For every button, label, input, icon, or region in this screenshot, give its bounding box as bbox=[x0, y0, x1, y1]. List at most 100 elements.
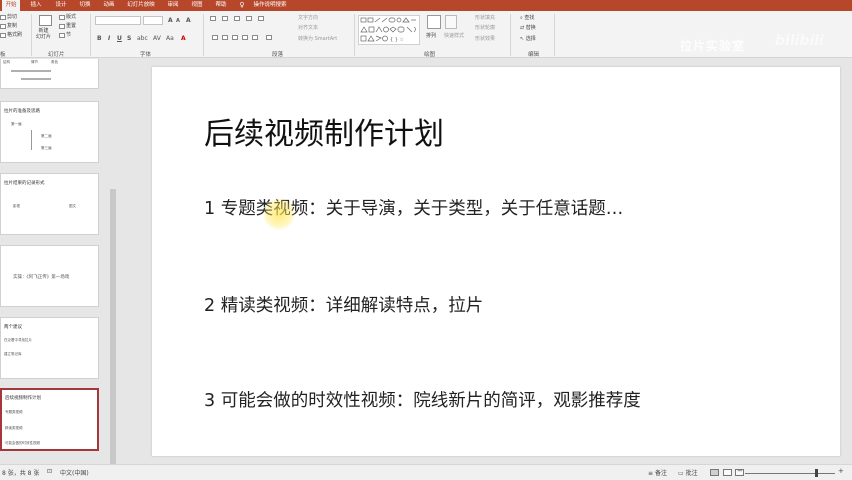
thumb-text: 实操：《阿飞正传》第一场戏 bbox=[13, 275, 70, 280]
shape-fill-button[interactable]: 形状填充 bbox=[475, 15, 495, 22]
reset-button[interactable]: 重置 bbox=[66, 23, 76, 30]
clear-format-icon[interactable]: A bbox=[186, 17, 191, 24]
quick-styles-icon[interactable] bbox=[445, 15, 457, 29]
slide-thumbnail-panel: 结构 情节 角色 拉片的准备及思路 第一遍 第二遍 第三遍 拉片结果的记录形式 … bbox=[0, 59, 110, 464]
copy-icon[interactable] bbox=[0, 24, 6, 29]
slide-thumbnail-6[interactable]: 实操：《阿飞正传》第一场戏 bbox=[0, 245, 99, 307]
slide-thumbnail-4[interactable]: 拉片的准备及思路 第一遍 第二遍 第三遍 bbox=[0, 101, 99, 163]
quick-styles-button[interactable]: 快速样式 bbox=[444, 33, 464, 40]
tab-design[interactable]: 设计 bbox=[52, 0, 70, 11]
new-slide-button[interactable]: 新建 幻灯片 bbox=[36, 28, 51, 40]
bold-icon[interactable]: B bbox=[97, 35, 102, 42]
thumb-title: 后续视频制作计划 bbox=[5, 396, 41, 401]
format-painter-button[interactable]: 格式刷 bbox=[7, 32, 22, 39]
format-painter-icon[interactable] bbox=[0, 33, 6, 38]
thumbnail-scrollbar-thumb[interactable] bbox=[110, 189, 116, 464]
numbering-icon[interactable] bbox=[222, 16, 228, 21]
group-separator bbox=[354, 14, 355, 56]
bullet-2[interactable]: 2 精读类视频：详细解读特点，拉片 bbox=[204, 292, 483, 317]
change-case-icon[interactable]: Aa bbox=[166, 35, 174, 42]
arrange-button[interactable]: 排列 bbox=[426, 33, 436, 40]
tab-help[interactable]: 帮助 bbox=[212, 0, 230, 11]
tab-slideshow[interactable]: 幻灯片放映 bbox=[124, 0, 158, 11]
language-indicator[interactable]: 中文(中国) bbox=[60, 468, 89, 477]
zoom-out-icon[interactable]: − bbox=[737, 467, 743, 475]
select-button[interactable]: ↖ 选择 bbox=[520, 36, 536, 43]
font-size-dropdown[interactable] bbox=[143, 16, 163, 25]
comments-button[interactable]: ▭ 批注 bbox=[678, 468, 698, 477]
new-slide-icon[interactable] bbox=[39, 15, 52, 26]
thumb-title: 两个建议 bbox=[4, 325, 22, 330]
align-left-icon[interactable] bbox=[212, 35, 218, 40]
editing-group-label: 编辑 bbox=[528, 52, 540, 58]
line-spacing-icon[interactable] bbox=[258, 16, 264, 21]
tab-home[interactable]: 开始 bbox=[2, 0, 20, 11]
font-color-icon[interactable]: A bbox=[181, 35, 186, 42]
copy-button[interactable]: 复制 bbox=[7, 23, 17, 30]
reset-icon[interactable] bbox=[59, 24, 65, 29]
thumb-text: 第二遍 bbox=[41, 134, 52, 138]
section-button[interactable]: 节 bbox=[66, 32, 71, 39]
slide-thumbnail-7[interactable]: 两个建议 在泛看中寻找拉片 建立笔记库 bbox=[0, 317, 99, 379]
zoom-slider-knob[interactable] bbox=[815, 469, 818, 477]
group-separator bbox=[203, 14, 204, 56]
strikethrough-icon[interactable]: abc bbox=[137, 35, 148, 42]
align-text-button[interactable]: 对齐文本 bbox=[298, 25, 318, 32]
justify-icon[interactable] bbox=[242, 35, 248, 40]
tab-transitions[interactable]: 切换 bbox=[76, 0, 94, 11]
slide-thumbnail-3[interactable]: 结构 情节 角色 bbox=[0, 59, 99, 89]
slide-thumbnail-8-selected[interactable]: 后续视频制作计划 专题类视频 精读类视频 可能会做的时效性视频 bbox=[0, 388, 99, 451]
increase-indent-icon[interactable] bbox=[246, 16, 252, 21]
arrange-icon[interactable] bbox=[427, 15, 441, 29]
italic-icon[interactable]: I bbox=[108, 35, 110, 42]
slide-sorter-icon[interactable] bbox=[723, 469, 732, 476]
shadow-icon[interactable]: S bbox=[127, 35, 131, 42]
layout-icon[interactable] bbox=[59, 15, 65, 20]
tell-me-search[interactable]: 操作说明搜索 bbox=[250, 0, 290, 11]
shapes-icon: { } ☆ bbox=[360, 17, 416, 43]
align-right-icon[interactable] bbox=[232, 35, 238, 40]
align-center-icon[interactable] bbox=[222, 35, 228, 40]
powerpoint-window: 开始 插入 设计 切换 动画 幻灯片放映 审阅 视图 帮助 ♀ 操作说明搜索 剪… bbox=[0, 0, 852, 480]
cut-button[interactable]: 剪切 bbox=[7, 14, 17, 21]
find-label: 查找 bbox=[524, 15, 535, 21]
distributed-icon[interactable] bbox=[252, 35, 258, 40]
char-spacing-icon[interactable]: AV bbox=[153, 35, 161, 42]
shape-outline-button[interactable]: 形状轮廓 bbox=[475, 25, 495, 32]
tab-review[interactable]: 审阅 bbox=[164, 0, 182, 11]
notes-button[interactable]: ≡ 备注 bbox=[648, 468, 667, 477]
text-direction-button[interactable]: 文字方向 bbox=[298, 15, 318, 22]
thumb-text: 第一遍 bbox=[11, 122, 22, 126]
shape-effects-button[interactable]: 形状效果 bbox=[475, 36, 495, 43]
increase-font-icon[interactable]: A bbox=[168, 17, 173, 24]
tab-view[interactable]: 视图 bbox=[188, 0, 206, 11]
convert-smartart-button[interactable]: 转换为 SmartArt bbox=[298, 36, 337, 43]
cut-icon[interactable] bbox=[0, 15, 6, 20]
bullet-3[interactable]: 3 可能会做的时效性视频：院线新片的简评，观影推荐度 bbox=[204, 387, 641, 412]
paragraph-group-label: 段落 bbox=[272, 52, 284, 58]
layout-button[interactable]: 版式 bbox=[66, 14, 76, 21]
tab-animations[interactable]: 动画 bbox=[100, 0, 118, 11]
current-slide[interactable]: 后续视频制作计划 1 专题类视频：关于导演，关于类型，关于任意话题… 2 精读类… bbox=[152, 67, 840, 456]
zoom-in-icon[interactable]: + bbox=[838, 467, 844, 475]
columns-icon[interactable] bbox=[266, 35, 272, 40]
thumb-title: 拉片的准备及思路 bbox=[4, 109, 40, 114]
font-family-dropdown[interactable] bbox=[95, 16, 141, 25]
underline-icon[interactable]: U bbox=[117, 35, 122, 42]
normal-view-icon[interactable] bbox=[710, 469, 719, 476]
bullets-icon[interactable] bbox=[210, 16, 216, 21]
lightbulb-icon[interactable]: ♀ bbox=[238, 0, 246, 11]
section-icon[interactable] bbox=[59, 33, 65, 38]
tab-insert[interactable]: 插入 bbox=[27, 0, 45, 11]
replace-button[interactable]: ⇄ 替换 bbox=[520, 25, 536, 32]
decrease-font-icon[interactable]: A bbox=[176, 18, 180, 24]
zoom-slider[interactable] bbox=[745, 473, 835, 474]
shapes-gallery[interactable]: { } ☆ bbox=[358, 15, 420, 45]
spellcheck-icon[interactable]: ⊡ bbox=[47, 468, 52, 475]
ribbon: 剪切 复制 格式刷 板 新建 幻灯片 版式 重置 节 幻灯片 A A A B I… bbox=[0, 11, 852, 58]
slide-title[interactable]: 后续视频制作计划 bbox=[204, 109, 444, 153]
thumb-text: 专题类视频 bbox=[5, 410, 23, 414]
decrease-indent-icon[interactable] bbox=[234, 16, 240, 21]
slide-thumbnail-5[interactable]: 拉片结果的记录形式 影视 图文 bbox=[0, 173, 99, 235]
find-button[interactable]: ⌕ 查找 bbox=[520, 15, 534, 22]
